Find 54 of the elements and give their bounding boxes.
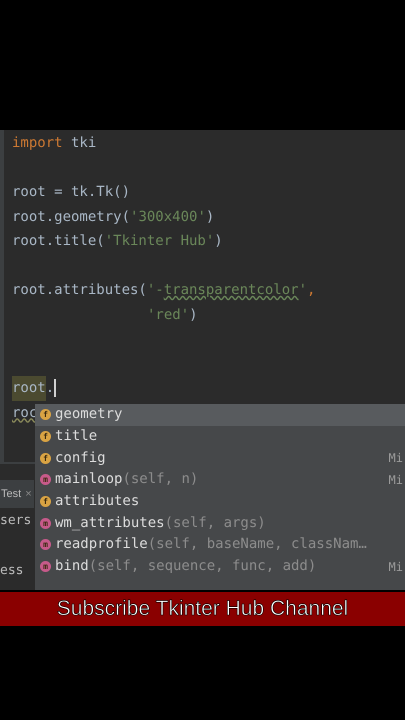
type-hint: Mi <box>388 450 403 468</box>
completion-name: wm_attributes <box>55 514 165 531</box>
completion-name: attributes <box>55 493 140 510</box>
code-token: root = tk.Tk() <box>12 183 130 202</box>
banner-text: Subscribe Tkinter Hub Channel <box>56 596 348 622</box>
code-token: ) <box>189 306 198 324</box>
completion-item[interactable]: m wm_attributes(self, args) <box>35 512 405 534</box>
completion-name: bind <box>55 558 89 574</box>
code-token: root <box>12 376 46 400</box>
badge-icon: f <box>40 452 51 464</box>
console-line: sers <box>0 512 32 530</box>
code-token: import <box>12 134 63 153</box>
type-hint: Mi <box>388 558 403 576</box>
completion-item[interactable]: f geometry <box>35 404 405 426</box>
code-token: '300x400' <box>130 208 206 226</box>
code-token: ) <box>214 232 223 251</box>
code-token: roc <box>12 404 38 422</box>
console-line: ess <box>0 562 24 580</box>
code-token: ) <box>206 208 214 226</box>
code-token: ' <box>298 281 308 300</box>
badge-icon: m <box>40 561 51 572</box>
completion-name: mainloop <box>55 471 122 488</box>
badge-icon: m <box>40 474 51 486</box>
completion-item[interactable]: m mainloop(self, n) Mi <box>35 469 405 491</box>
completion-name: title <box>55 428 98 444</box>
badge-icon: f <box>40 496 51 508</box>
type-hint: Mi <box>388 472 403 489</box>
code-token: 'red' <box>147 306 190 324</box>
code-token: root.geometry( <box>12 208 130 226</box>
completion-item[interactable]: f title <box>35 426 405 448</box>
completion-name: readprofile <box>55 536 148 552</box>
badge-icon: f <box>40 409 51 420</box>
completion-params: (self, sequence, func, add) <box>88 558 316 574</box>
completion-item[interactable]: f attributes <box>35 490 405 512</box>
completion-params: (self, baseName, classNam… <box>148 536 367 552</box>
badge-icon: m <box>40 539 51 550</box>
code-token: , <box>307 281 316 300</box>
code-token: . <box>46 379 54 398</box>
tab-label[interactable]: Test <box>1 486 22 502</box>
code-token: root.attributes( <box>12 281 147 300</box>
code-token: root.title( <box>12 232 105 251</box>
code-token: '- <box>146 281 164 300</box>
code-token: tki <box>70 134 96 153</box>
code-token: transparentcolor <box>164 281 299 300</box>
completion-item[interactable]: m readprofile(self, baseName, classNam… <box>35 534 405 556</box>
completion-item[interactable]: m bind(self, sequence, func, add) Mi <box>35 556 405 578</box>
completion-name: geometry <box>55 406 122 422</box>
badge-icon: f <box>40 431 51 442</box>
completion-params: (self, n) <box>122 471 198 488</box>
badge-icon: m <box>40 518 51 529</box>
completion-params: (self, args) <box>164 514 266 531</box>
code-token: 'Tkinter Hub' <box>104 232 214 251</box>
completion-name: config <box>55 450 106 466</box>
completion-item[interactable]: f config Mi <box>35 447 405 470</box>
